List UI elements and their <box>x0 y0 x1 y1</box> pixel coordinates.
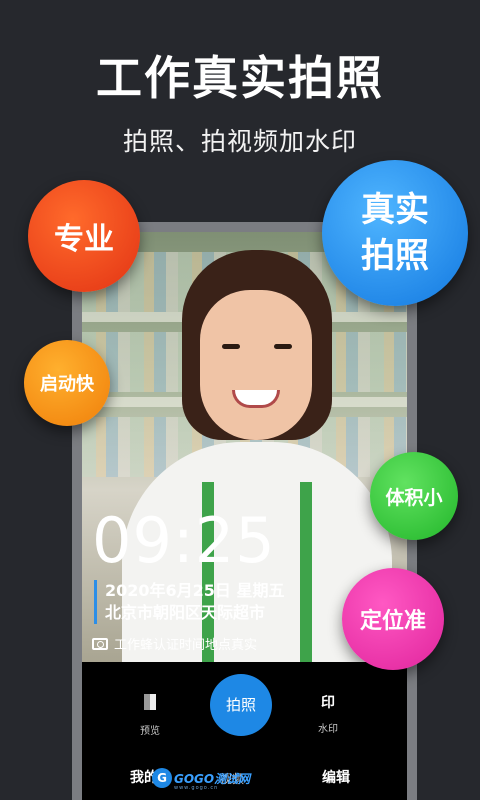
watermark-location: 北京市朝阳区天际超市 <box>105 603 266 622</box>
person-eye <box>222 344 240 349</box>
person-eye <box>274 344 292 349</box>
shutter-button[interactable]: 拍照 <box>210 674 272 736</box>
verify-text: 工作蜂认证时间地点真实 <box>114 638 258 653</box>
bubble-real-line1: 真实 <box>361 190 429 230</box>
watermark-verify: 工作蜂认证时间地点真实 <box>92 634 257 653</box>
headline: 工作真实拍照 <box>96 51 384 105</box>
preview-button[interactable]: 预览 <box>120 692 180 737</box>
logo-icon: G <box>152 768 172 788</box>
phone-screen: 09:25 2020年6月25日 星期五 北京市朝阳区天际超市 工作蜂认证时间地… <box>82 232 407 800</box>
watermark-info: 2020年6月25日 星期五 北京市朝阳区天际超市 <box>94 580 285 624</box>
watermark-button[interactable]: 印 水印 <box>298 692 358 735</box>
subheadline: 拍照、拍视频加水印 <box>122 127 357 156</box>
bubble-real-line2: 拍照 <box>361 236 429 276</box>
nav-edit[interactable]: 编辑 <box>322 767 350 787</box>
bubble-fast-start: 启动快 <box>24 340 110 426</box>
preview-icon <box>120 694 180 716</box>
camera-icon <box>92 637 108 650</box>
bubble-professional: 专业 <box>28 180 140 292</box>
person-face <box>200 290 312 440</box>
watermark-time: 09:25 <box>92 504 276 577</box>
bubble-accurate-location: 定位准 <box>342 568 444 670</box>
watermark-label: 水印 <box>318 724 338 735</box>
preview-label: 预览 <box>140 726 160 737</box>
bubble-real-photo: 真实 拍照 <box>322 160 468 306</box>
logo-url: www.gogo.cn <box>174 785 219 791</box>
logo-text: GOGO测试网 <box>174 771 251 786</box>
watermark-date: 2020年6月25日 星期五 <box>105 581 285 600</box>
bubble-small-size: 体积小 <box>370 452 458 540</box>
watermark-icon: 印 <box>321 695 335 711</box>
